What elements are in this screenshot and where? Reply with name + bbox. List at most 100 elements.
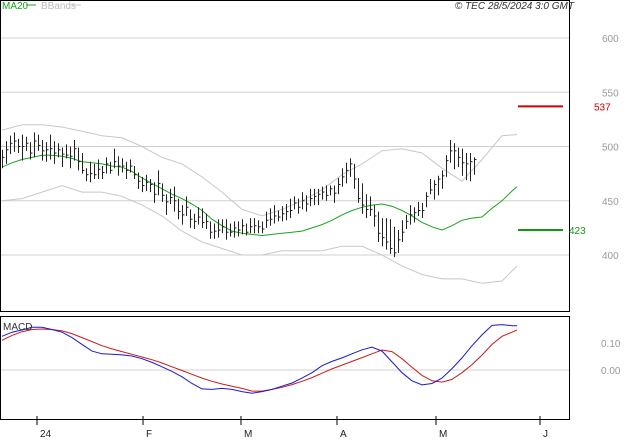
ohlc-bar — [310, 188, 313, 207]
ohlc-bar — [218, 219, 221, 238]
ohlc-bar — [402, 220, 405, 242]
macd-line — [1, 324, 517, 394]
ohlc-bar — [94, 163, 97, 180]
ohlc-bar — [194, 213, 197, 229]
macd-panel-frame — [0, 316, 570, 420]
ohlc-bar — [234, 221, 237, 238]
ohlc-bar — [18, 138, 21, 154]
legend: MA20 BBands — [2, 1, 81, 12]
macd-y-tick-label: 0.00 — [601, 366, 621, 377]
ohlc-bar — [162, 183, 165, 202]
ohlc-bar — [278, 210, 281, 222]
ohlc-bar — [346, 162, 349, 184]
price-y-tick-label: 550 — [602, 88, 619, 99]
ohlc-bar — [270, 208, 273, 226]
ohlc-bar — [274, 205, 277, 224]
ma20-line — [1, 154, 518, 237]
ohlc-bar — [82, 153, 85, 174]
x-tick-label: 24 — [40, 429, 52, 440]
ohlc-bar — [102, 166, 105, 180]
ohlc-bar — [214, 223, 217, 239]
ohlc-bar — [342, 168, 345, 187]
ohlc-bar — [50, 134, 53, 160]
ohlc-bar — [150, 179, 153, 193]
ohlc-bar — [238, 221, 241, 237]
ohlc-bar — [110, 161, 113, 174]
ohlc-bar — [290, 198, 293, 219]
ohlc-bar — [138, 172, 141, 189]
ohlc-bar — [98, 159, 101, 180]
ohlc-bar — [466, 153, 469, 181]
ohlc-bar — [458, 147, 461, 168]
ohlc-bar — [118, 156, 121, 176]
ohlc-bar — [182, 205, 185, 225]
ohlc-bar — [258, 220, 261, 234]
ohlc-bar — [446, 155, 449, 177]
ohlc-bar — [378, 211, 381, 242]
copyright-timestamp: © TEC 28/5/2024 3:0 GMT — [455, 1, 575, 12]
price-y-tick-label: 400 — [602, 251, 619, 262]
ohlc-bar — [302, 192, 305, 210]
ohlc-bar — [254, 218, 257, 234]
ohlc-bar — [426, 192, 429, 208]
ohlc-bar — [358, 177, 361, 203]
ohlc-bar — [418, 201, 421, 216]
ohlc-bar — [14, 132, 17, 152]
ohlc-bar — [338, 177, 341, 195]
ohlc-bar — [58, 143, 61, 158]
legend-bbands: BBands — [41, 1, 76, 12]
ohlc-bar — [10, 135, 13, 155]
resistance-level-label: 537 — [594, 102, 611, 113]
ohlc-bar — [2, 149, 5, 169]
ohlc-bar — [450, 139, 453, 163]
ohlc-bar — [410, 205, 413, 225]
ohlc-bar — [326, 185, 329, 201]
ohlc-bar — [294, 196, 297, 210]
ohlc-bar — [54, 141, 57, 164]
price-y-tick-label: 450 — [602, 197, 619, 208]
ohlc-bar — [170, 188, 173, 205]
macd-signal-line — [1, 328, 518, 392]
ohlc-bar — [174, 186, 177, 212]
ohlc-bar — [6, 141, 9, 164]
ohlc-bar — [166, 194, 169, 215]
ohlc-bar — [190, 209, 193, 228]
ohlc-bar — [70, 146, 73, 169]
price-panel-frame — [0, 0, 570, 312]
macd-y-tick-label: 0.10 — [601, 339, 621, 350]
ohlc-bar — [394, 226, 397, 258]
ohlc-bar — [434, 180, 437, 200]
price-y-tick-label: 500 — [602, 143, 619, 154]
x-tick-label: F — [146, 429, 152, 440]
ohlc-bar — [78, 147, 81, 171]
ohlc-bar — [370, 196, 373, 216]
ohlc-bar — [230, 223, 233, 237]
ohlc-bar — [42, 139, 45, 161]
ohlc-bar — [90, 161, 93, 183]
macd-panel-title: MACD — [3, 322, 32, 333]
ohlc-bar — [158, 170, 161, 196]
ohlc-bar — [126, 161, 129, 180]
ohlc-bar — [114, 148, 117, 169]
ohlc-bar — [262, 221, 265, 234]
bbands-upper-line — [1, 124, 518, 217]
ohlc-bar — [242, 219, 245, 235]
ohlc-bar — [430, 179, 433, 195]
ohlc-bar — [390, 219, 393, 254]
ohlc-bar — [386, 218, 389, 250]
ohlc-bar — [374, 205, 377, 227]
ohlc-bar — [422, 202, 425, 219]
ohlc-bar — [314, 188, 317, 206]
ohlc-bar — [38, 134, 41, 151]
ohlc-bar — [382, 218, 385, 247]
ohlc-bar — [34, 132, 37, 158]
ohlc-bar — [22, 134, 25, 161]
ohlc-bar — [330, 185, 333, 196]
ohlc-bar — [454, 143, 457, 170]
price-y-tick-label: 600 — [602, 34, 619, 45]
ohlc-bar — [398, 230, 401, 253]
ohlc-bar — [130, 159, 133, 173]
legend-ma20: MA20 — [2, 1, 29, 12]
bbands-lower-line — [1, 185, 518, 284]
ohlc-bar — [186, 196, 189, 216]
